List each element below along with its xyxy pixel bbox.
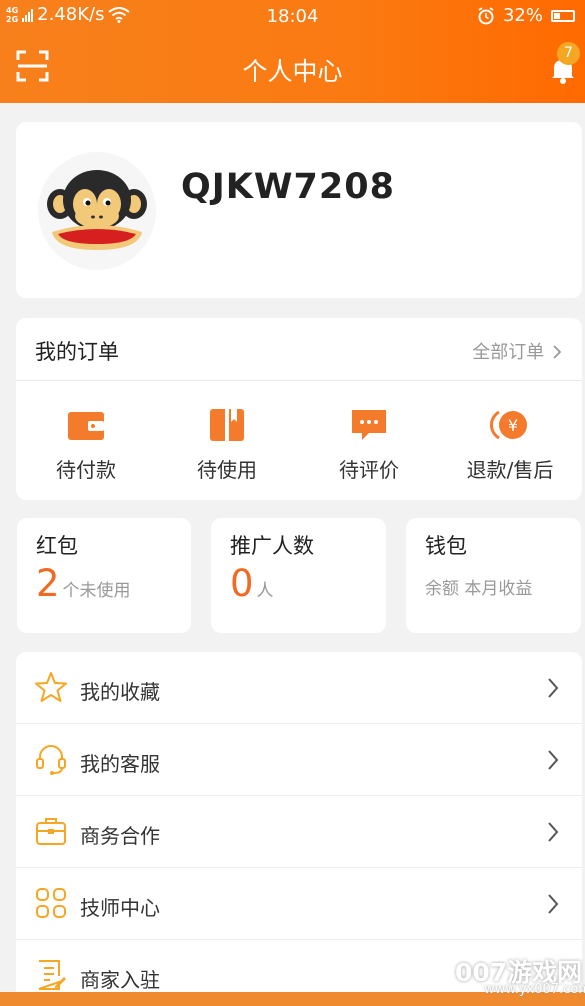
promotion-value-group: 0人 [230,562,274,605]
alarm-icon [478,6,494,24]
refund-icon: ¥ [489,410,527,440]
order-label: 待付款 [56,458,116,482]
order-to-use[interactable]: 待使用 [157,406,297,483]
menu-item-label: 技师中心 [80,896,160,920]
all-orders-link[interactable]: 全部订单 [472,338,562,364]
briefcase-icon [36,818,66,845]
menu-item-label: 商家入驻 [80,968,160,992]
wallet-title: 钱包 [425,534,467,558]
red-packet-value-group: 2 个未使用 [36,562,131,605]
all-orders-label: 全部订单 [472,342,545,363]
red-packet-title: 红包 [36,534,78,558]
book-icon [210,409,244,441]
menu-item-technician[interactable]: 技师中心 [16,868,582,940]
promotion-unit: 人 [256,581,274,601]
menu-item-customer-service[interactable]: 我的客服 [16,724,582,796]
order-label: 退款/售后 [466,458,554,482]
chevron-right-icon [553,345,562,359]
order-pending-payment[interactable]: 待付款 [16,406,156,483]
monkey-avatar-image [47,170,147,250]
red-packet-count: 2 [36,562,60,605]
page-title: 个人中心 [242,57,343,86]
chevron-right-icon [548,750,559,770]
chevron-right-icon [548,822,559,842]
svg-text:¥: ¥ [508,416,518,435]
headset-icon [36,745,66,775]
grid-icon [36,888,66,918]
notification-badge: 7 [557,42,580,65]
username: QJKW7208 [181,167,395,207]
battery-percent: 32% [502,5,543,26]
profile-card[interactable]: QJKW7208 [16,122,582,298]
red-packet-unit: 个未使用 [62,581,131,601]
menu-item-favorites[interactable]: 我的收藏 [16,652,582,724]
order-label: 待评价 [339,458,399,482]
divider [16,380,582,381]
battery-icon [551,9,575,22]
order-label: 待使用 [197,458,257,482]
orders-title: 我的订单 [35,340,119,364]
promotion-title: 推广人数 [230,534,314,558]
menu-item-label: 我的收藏 [80,680,160,704]
wallet-icon [68,412,104,440]
star-icon [35,672,67,702]
wallet-subtitle: 余额 本月收益 [425,579,533,599]
red-packet-card[interactable]: 红包 2 个未使用 [17,518,191,633]
header-bar: 4G 2G 2.48K/s 18:04 32% 个人中心 7 [0,0,585,103]
orders-card: 我的订单 全部订单 待付款 待使用 待评价 ¥ 退款/售后 [16,318,582,500]
menu-item-business[interactable]: 商务合作 [16,796,582,868]
promotion-card[interactable]: 推广人数 0人 [211,518,386,633]
order-refund[interactable]: ¥ 退款/售后 [440,406,580,483]
status-bar: 4G 2G 2.48K/s 18:04 32% [0,0,585,34]
promotion-count: 0 [230,562,254,605]
wallet-card[interactable]: 钱包 余额 本月收益 [406,518,581,633]
document-icon [38,960,66,990]
avatar[interactable] [38,152,156,270]
order-to-review[interactable]: 待评价 [299,406,439,483]
menu-item-label: 我的客服 [80,752,160,776]
menu-item-label: 商务合作 [80,824,160,848]
watermark-url: www.yx007.com [484,982,585,997]
chevron-right-icon [548,678,559,698]
comment-icon [352,410,386,440]
status-right: 32% [477,5,575,26]
chevron-right-icon [548,894,559,914]
